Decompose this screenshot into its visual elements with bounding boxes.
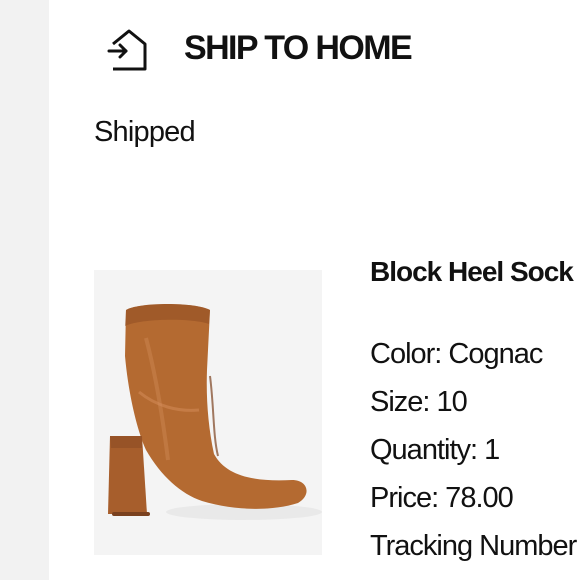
left-gutter — [0, 0, 49, 580]
product-quantity: Quantity: 1 — [370, 434, 500, 466]
shipping-method-title: SHIP TO HOME — [184, 29, 413, 67]
product-color: Color: Cognac — [370, 338, 543, 370]
cognac-bootie-icon — [94, 270, 322, 555]
product-price: Price: 78.00 — [370, 482, 514, 514]
tracking-number-link[interactable]: Tracking Number — [370, 528, 577, 564]
product-size: Size: 10 — [370, 386, 468, 418]
shipment-status: Shipped — [94, 116, 196, 148]
ship-to-home-icon — [106, 24, 152, 74]
order-item-page: SHIP TO HOME Shipped Block Heel Sock Boo… — [0, 0, 580, 580]
product-name-link[interactable]: Block Heel Sock Bootie — [370, 254, 580, 290]
product-image[interactable] — [94, 270, 322, 555]
